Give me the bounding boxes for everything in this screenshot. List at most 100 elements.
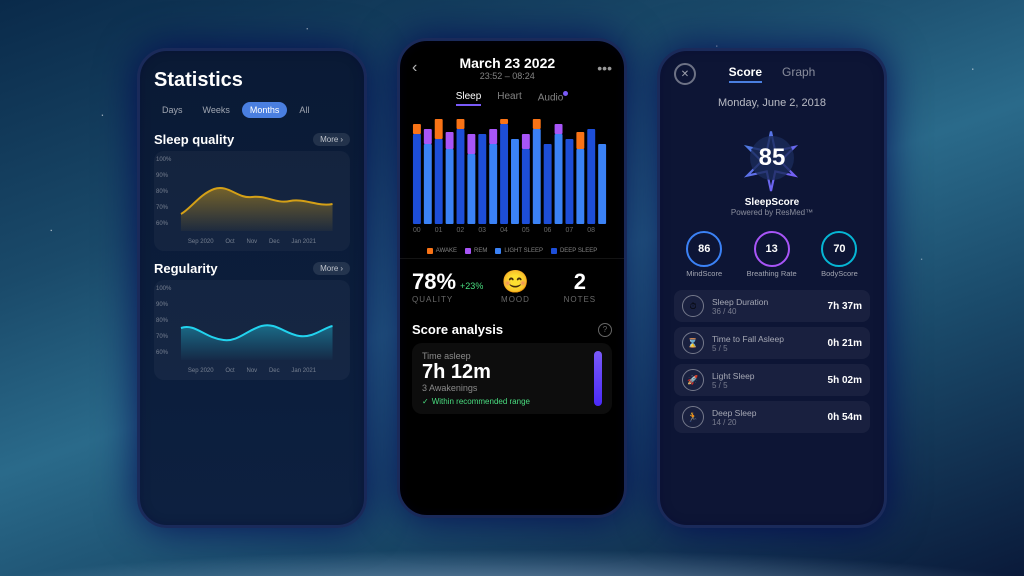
score-header: ✕ Score Graph — [660, 51, 884, 93]
metrics-list: ⏱ Sleep Duration 36 / 40 7h 37m ⌛ Time t… — [660, 284, 884, 439]
breathing-rate: 13 Breathing Rate — [747, 231, 797, 278]
time-asleep-label: Time asleep — [422, 351, 584, 361]
sleep-bar-chart: 00 01 02 03 04 05 06 07 08 — [400, 114, 624, 244]
metric-sleep-duration: ⏱ Sleep Duration 36 / 40 7h 37m — [674, 290, 870, 322]
sleep-duration-icon: ⏱ — [682, 295, 704, 317]
svg-text:03: 03 — [478, 227, 486, 234]
regularity-chart: 100% 90% 80% 70% 60% Sep 2020 Oct — [154, 280, 350, 380]
mind-score-label: MindScore — [686, 269, 722, 278]
tab-graph[interactable]: Graph — [782, 65, 815, 83]
sleep-score-label: SleepScore — [745, 197, 799, 208]
close-button[interactable]: ✕ — [674, 63, 696, 85]
more-options-icon[interactable]: ••• — [597, 60, 612, 76]
date-center: March 23 2022 23:52 – 08:24 — [459, 55, 555, 81]
sleep-score-center: 85 SleepScore Powered by ResMed™ — [660, 113, 884, 225]
sub-scores: 86 MindScore 13 Breathing Rate 70 BodySc… — [660, 225, 884, 284]
time-filter-bar: Days Weeks Months All — [154, 102, 350, 118]
statistics-title: Statistics — [154, 69, 350, 92]
legend-awake: AWAKE — [427, 248, 457, 254]
body-score-circle: 70 — [821, 231, 857, 267]
svg-text:01: 01 — [435, 227, 443, 234]
notes-block: 2 NOTES — [548, 269, 612, 304]
deep-sleep-score: 14 / 20 — [712, 418, 820, 427]
breathing-rate-label: Breathing Rate — [747, 269, 797, 278]
legend-deep: DEEP SLEEP — [551, 248, 597, 254]
score-analysis-info[interactable]: ? — [598, 323, 612, 337]
mind-score-circle: 86 — [686, 231, 722, 267]
metric-deep-sleep: 🏃 Deep Sleep 14 / 20 0h 54m — [674, 401, 870, 433]
time-range: 23:52 – 08:24 — [459, 71, 555, 81]
regularity-more[interactable]: More › — [313, 262, 350, 275]
awakenings: 3 Awakenings — [422, 383, 584, 393]
deep-sleep-name: Deep Sleep — [712, 408, 820, 418]
filter-all[interactable]: All — [291, 102, 317, 118]
time-asleep-value: 7h 12m — [422, 361, 584, 383]
svg-text:08: 08 — [587, 227, 595, 234]
bar-legend: AWAKE REM LIGHT SLEEP DEEP SLEEP — [400, 244, 624, 258]
sleep-quality-chart: 100% 90% 80% 70% 60% Sep 2020 Oct — [154, 151, 350, 251]
mind-score: 86 MindScore — [686, 231, 722, 278]
sleep-tabs: Sleep Heart Audio — [400, 87, 624, 114]
body-score: 70 BodyScore — [821, 231, 858, 278]
date-title: March 23 2022 — [459, 55, 555, 71]
tab-score[interactable]: Score — [729, 65, 762, 83]
time-asleep-bar — [594, 351, 602, 406]
legend-rem: REM — [465, 248, 487, 254]
score-date: Monday, June 2, 2018 — [660, 93, 884, 113]
score-analysis-title: Score analysis — [412, 322, 503, 337]
metric-light-sleep: 🚀 Light Sleep 5 / 5 5h 02m — [674, 364, 870, 396]
sleep-duration-value: 7h 37m — [828, 301, 862, 312]
filter-months[interactable]: Months — [242, 102, 288, 118]
filter-days[interactable]: Days — [154, 102, 191, 118]
regularity-title: Regularity — [154, 261, 218, 276]
quality-percentage: 78% — [412, 269, 456, 295]
sleep-duration-name: Sleep Duration — [712, 297, 820, 307]
sleep-score-sub: Powered by ResMed™ — [731, 208, 813, 217]
sleep-stats-bar: 78% +23% QUALITY 😊 MOOD 2 NOTES — [400, 258, 624, 314]
mood-emoji: 😊 — [483, 269, 547, 295]
back-button[interactable]: ‹ — [412, 59, 417, 77]
body-score-label: BodyScore — [821, 269, 858, 278]
score-analysis: Score analysis ? Time asleep 7h 12m 3 Aw… — [400, 314, 624, 422]
time-asleep-card: Time asleep 7h 12m 3 Awakenings ✓ Within… — [412, 343, 612, 414]
score-graph-tabs: Score Graph — [704, 65, 840, 83]
phone-sleep-graph: ‹ March 23 2022 23:52 – 08:24 ••• Sleep … — [397, 38, 627, 518]
quality-label: QUALITY — [412, 295, 483, 304]
tab-sleep[interactable]: Sleep — [456, 91, 482, 106]
tab-heart[interactable]: Heart — [497, 91, 521, 106]
phone-statistics: Statistics Days Weeks Months All Sleep q… — [137, 48, 367, 528]
svg-text:06: 06 — [544, 227, 552, 234]
fall-asleep-score: 5 / 5 — [712, 344, 820, 353]
within-range-badge: ✓ Within recommended range — [422, 397, 584, 406]
sleep-score-star: 85 — [737, 123, 807, 193]
light-sleep-name: Light Sleep — [712, 371, 820, 381]
mood-label: MOOD — [483, 295, 547, 304]
light-sleep-score: 5 / 5 — [712, 381, 820, 390]
light-sleep-value: 5h 02m — [828, 375, 862, 386]
notes-label: NOTES — [548, 295, 612, 304]
quality-block: 78% +23% QUALITY — [412, 269, 483, 304]
deep-sleep-value: 0h 54m — [828, 412, 862, 423]
sleep-quality-more[interactable]: More › — [313, 133, 350, 146]
mood-block: 😊 MOOD — [483, 269, 547, 304]
svg-text:07: 07 — [565, 227, 573, 234]
quality-change: +23% — [460, 281, 483, 291]
fall-asleep-name: Time to Fall Asleep — [712, 334, 820, 344]
breathing-rate-circle: 13 — [754, 231, 790, 267]
fall-asleep-value: 0h 21m — [828, 338, 862, 349]
sleep-quality-title: Sleep quality — [154, 132, 234, 147]
notes-count: 2 — [548, 269, 612, 295]
fall-asleep-icon: ⌛ — [682, 332, 704, 354]
svg-text:02: 02 — [457, 227, 465, 234]
svg-text:00: 00 — [413, 227, 421, 234]
legend-light: LIGHT SLEEP — [495, 248, 543, 254]
metric-fall-asleep: ⌛ Time to Fall Asleep 5 / 5 0h 21m — [674, 327, 870, 359]
tab-audio[interactable]: Audio — [538, 91, 569, 106]
phone-score: ✕ Score Graph Monday, June 2, 2018 85 — [657, 48, 887, 528]
sleep-duration-score: 36 / 40 — [712, 307, 820, 316]
svg-text:04: 04 — [500, 227, 508, 234]
deep-sleep-icon: 🏃 — [682, 406, 704, 428]
light-sleep-icon: 🚀 — [682, 369, 704, 391]
svg-text:05: 05 — [522, 227, 530, 234]
filter-weeks[interactable]: Weeks — [195, 102, 238, 118]
